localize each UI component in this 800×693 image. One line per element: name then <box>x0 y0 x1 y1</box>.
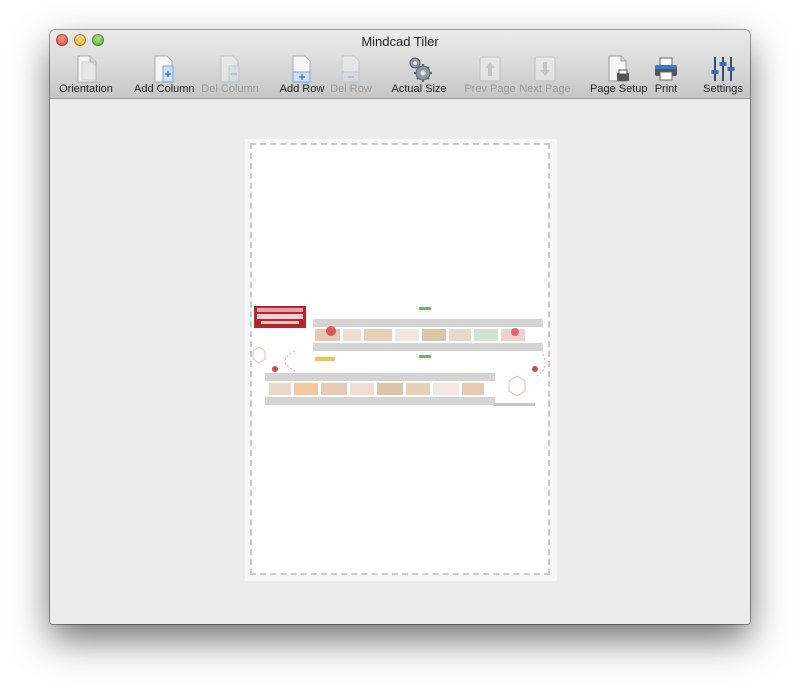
next-page-button[interactable]: Next Page <box>519 54 571 96</box>
actual-size-button[interactable]: Actual Size <box>388 54 450 96</box>
sliders-icon <box>711 57 735 81</box>
arrow-up-icon <box>479 56 501 82</box>
window-title: Mindcad Tiler <box>361 34 439 49</box>
page-setup-button[interactable]: Page Setup <box>590 54 648 96</box>
del-row-label: Del Row <box>330 83 372 95</box>
map-image <box>252 306 546 406</box>
add-column-icon <box>154 55 174 83</box>
printer-icon <box>655 57 677 81</box>
title-bar: Mindcad Tiler Orientation Add Column Del… <box>50 30 750 99</box>
del-column-button[interactable]: Del Column <box>200 54 260 96</box>
add-column-label: Add Column <box>134 83 195 95</box>
orientation-icon <box>77 55 97 83</box>
add-row-button[interactable]: Add Row <box>279 54 325 96</box>
gears-icon <box>409 57 432 82</box>
page-preview <box>245 139 557 581</box>
preview-area[interactable] <box>50 99 750 624</box>
app-window: Mindcad Tiler Orientation Add Column Del… <box>50 30 750 624</box>
add-column-button[interactable]: Add Column <box>134 54 195 96</box>
actual-size-label: Actual Size <box>391 83 447 95</box>
page-setup-label: Page Setup <box>590 83 648 95</box>
next-page-label: Next Page <box>519 83 571 95</box>
orientation-button[interactable]: Orientation <box>56 54 116 96</box>
del-row-icon <box>341 55 360 83</box>
del-column-icon <box>220 55 240 83</box>
add-row-label: Add Row <box>279 83 325 95</box>
del-row-button[interactable]: Del Row <box>328 54 374 96</box>
page-setup-icon <box>608 55 629 82</box>
add-row-icon <box>292 55 311 83</box>
settings-label: Settings <box>703 83 743 95</box>
print-label: Print <box>654 83 678 95</box>
prev-page-button[interactable]: Prev Page <box>464 54 516 96</box>
prev-page-label: Prev Page <box>464 83 516 95</box>
settings-button[interactable]: Settings <box>698 54 748 96</box>
arrow-down-icon <box>534 56 556 82</box>
del-column-label: Del Column <box>201 83 259 95</box>
print-button[interactable]: Print <box>648 54 684 96</box>
orientation-label: Orientation <box>59 83 113 95</box>
